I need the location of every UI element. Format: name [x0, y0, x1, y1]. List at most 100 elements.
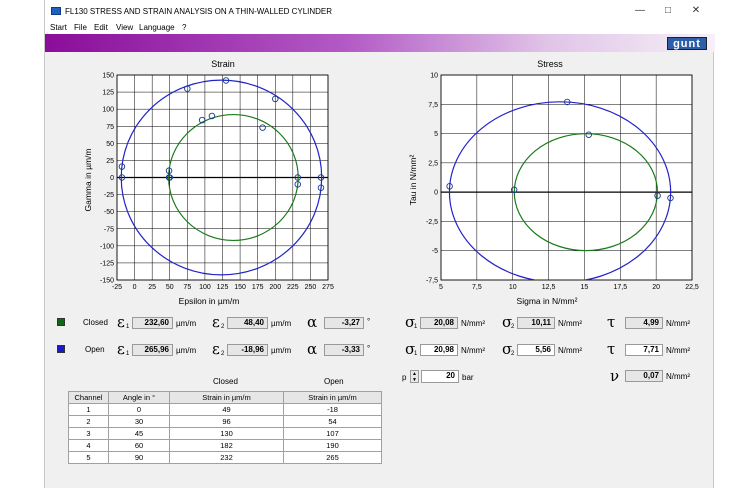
menu-language[interactable]: Language: [139, 23, 175, 32]
strain-x-tick-label: 25: [148, 284, 156, 291]
header-banner: [45, 34, 715, 52]
channel-table: Channel Angle in ° Strain in µm/m Strain…: [68, 391, 382, 464]
strain-y-tick-label: 75: [106, 124, 114, 131]
menu-help[interactable]: ?: [182, 23, 186, 32]
stress-x-tick-label: 20: [652, 284, 660, 291]
stress-y-tick-label: 7,5: [428, 102, 438, 109]
strain-x-tick-label: 175: [252, 284, 264, 291]
minimize-button[interactable]: —: [629, 4, 651, 18]
stress-y-tick-label: 2,5: [428, 160, 438, 167]
strain-x-tick-label: 0: [133, 284, 137, 291]
open-label: Open: [85, 345, 105, 354]
pressure-input[interactable]: 20: [421, 370, 459, 383]
strain-x-tick-label: 100: [199, 284, 211, 291]
strain-x-tick-label: 250: [305, 284, 317, 291]
strain-chart-title: Strain: [211, 59, 235, 69]
menu-start[interactable]: Start: [50, 23, 67, 32]
closed-label: Closed: [83, 318, 108, 327]
strain-x-tick-label: 75: [183, 284, 191, 291]
strain-y-tick-label: -75: [104, 226, 114, 233]
table-row[interactable]: 5 90 232 265: [68, 451, 382, 464]
col-strain-open: Strain in µm/m: [283, 391, 382, 404]
strain-y-label: Gamma in µm/m: [83, 149, 93, 212]
epsilon2-closed-symbol: ε: [212, 313, 220, 331]
strain-x-tick-label: 200: [269, 284, 281, 291]
menu-view[interactable]: View: [116, 23, 133, 32]
stress-plot-area: [440, 74, 693, 281]
stress-y-tick-label: 0: [434, 190, 438, 197]
sigma2-open-value: 5,56: [517, 344, 555, 356]
maximize-button[interactable]: □: [657, 4, 679, 18]
tau-open-value: 7,71: [625, 344, 663, 356]
stress-y-tick-label: -5: [432, 248, 438, 255]
window-title: FL130 STRESS AND STRAIN ANALYSIS ON A TH…: [65, 7, 333, 16]
strain-y-tick-label: 25: [106, 158, 114, 165]
col-angle: Angle in °: [108, 391, 170, 404]
table-header-row: Channel Angle in ° Strain in µm/m Strain…: [68, 391, 382, 404]
strain-chart: Strain -25 0 25 50 75 100 125 150 175 200 225 250 27…: [83, 59, 334, 306]
stress-x-label: Sigma in N/mm²: [517, 296, 578, 306]
open-color-swatch: [57, 345, 65, 353]
epsilon2-open-value: -18,96: [227, 344, 268, 356]
tau-open-symbol: τ: [607, 340, 616, 358]
sigma2-closed-value: 10,11: [517, 317, 555, 329]
table-closed-header: Closed: [213, 377, 238, 386]
stress-x-tick-label: 12,5: [542, 284, 556, 291]
nu-value: 0,07: [625, 370, 663, 382]
col-channel: Channel: [68, 391, 109, 404]
stress-x-tick-label: 22,5: [685, 284, 699, 291]
strain-y-tick-label: 0: [110, 175, 114, 182]
stress-x-tick-label: 10: [509, 284, 517, 291]
tau-closed-value: 4,99: [625, 317, 663, 329]
strain-x-tick-label: 225: [287, 284, 299, 291]
epsilon2-closed-value: 48,40: [227, 317, 268, 329]
stress-y-tick-label: -2,5: [426, 219, 438, 226]
stress-y-tick-label: 10: [430, 73, 438, 80]
stress-chart-title: Stress: [537, 59, 563, 69]
stress-y-label: Tau in N/mm²: [408, 155, 418, 206]
tau-closed-symbol: τ: [607, 313, 616, 331]
application-window: FL130 STRESS AND STRAIN ANALYSIS ON A TH…: [44, 0, 715, 488]
stress-x-tick-label: 5: [439, 284, 443, 291]
epsilon1-closed-value: 232,60: [132, 317, 173, 329]
menu-file[interactable]: File: [74, 23, 87, 32]
sigma1-closed-value: 20,08: [420, 317, 458, 329]
pressure-spinner[interactable]: ▲ ▼: [410, 370, 419, 383]
pressure-label: p: [402, 373, 407, 382]
closed-color-swatch: [57, 318, 65, 326]
alpha-closed-value: -3,27: [324, 317, 364, 329]
alpha-closed-symbol: α: [307, 313, 318, 331]
stress-x-tick-label: 15: [581, 284, 589, 291]
strain-x-tick-label: 50: [166, 284, 174, 291]
table-row[interactable]: 3 45 130 107: [68, 427, 382, 440]
menu-edit[interactable]: Edit: [94, 23, 108, 32]
table-row[interactable]: 2 30 96 54: [68, 415, 382, 428]
stress-y-tick-label: -7,5: [426, 278, 438, 285]
epsilon1-open-value: 265,96: [132, 344, 173, 356]
strain-x-tick-label: 150: [234, 284, 246, 291]
stress-y-tick-label: 5: [434, 131, 438, 138]
epsilon2-open-symbol: ε: [212, 340, 220, 358]
stress-x-tick-label: 7,5: [472, 284, 482, 291]
strain-y-tick-label: -150: [100, 278, 114, 285]
strain-y-tick-label: -50: [104, 209, 114, 216]
sigma1-open-value: 20,98: [420, 344, 458, 356]
stress-chart: Stress 5 7,5 10 12,5 15 17,5 20 22,5 10 7,5 5 2,5 0 -…: [408, 59, 699, 306]
table-row[interactable]: 4 60 182 190: [68, 439, 382, 452]
table-row[interactable]: 1 0 49 -18: [68, 403, 382, 416]
alpha-open-symbol: α: [307, 340, 318, 358]
strain-x-tick-label: 125: [217, 284, 229, 291]
strain-y-tick-label: -100: [100, 243, 114, 250]
title-bar: FL130 STRESS AND STRAIN ANALYSIS ON A TH…: [45, 0, 715, 22]
pressure-unit: bar: [462, 373, 474, 382]
stress-x-tick-label: 17,5: [613, 284, 627, 291]
strain-y-tick-label: -125: [100, 260, 114, 267]
alpha-open-value: -3,33: [324, 344, 364, 356]
close-button[interactable]: ✕: [685, 4, 707, 18]
menu-bar: Start File Edit View Language ?: [45, 22, 715, 34]
app-icon: [51, 7, 61, 15]
epsilon1-closed-symbol: ε: [117, 313, 125, 331]
strain-y-tick-label: 100: [102, 107, 114, 114]
table-open-header: Open: [324, 377, 344, 386]
strain-y-tick-label: 125: [102, 90, 114, 97]
